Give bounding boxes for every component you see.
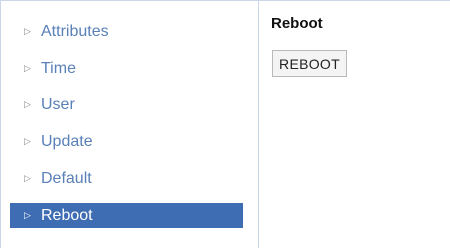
- reboot-button[interactable]: REBOOT: [272, 50, 347, 77]
- settings-panel: ▷ Attributes ▷ Time ▷ User ▷ Update ▷ De…: [0, 0, 450, 248]
- triangle-right-icon: ▷: [24, 99, 31, 109]
- sidebar-item-default[interactable]: ▷ Default: [10, 166, 243, 191]
- sidebar-menu: ▷ Attributes ▷ Time ▷ User ▷ Update ▷ De…: [1, 1, 259, 248]
- triangle-right-icon: ▷: [24, 136, 31, 146]
- sidebar-item-label: Attributes: [41, 22, 109, 40]
- sidebar-item-label: Default: [41, 169, 92, 187]
- sidebar-item-attributes[interactable]: ▷ Attributes: [10, 19, 243, 44]
- sidebar-item-label: User: [41, 95, 75, 113]
- triangle-right-icon: ▷: [24, 26, 31, 36]
- page-title: Reboot: [271, 15, 323, 32]
- sidebar-item-user[interactable]: ▷ User: [10, 92, 243, 117]
- triangle-right-icon: ▷: [24, 210, 31, 220]
- sidebar-item-label: Reboot: [41, 206, 93, 224]
- sidebar-item-update[interactable]: ▷ Update: [10, 129, 243, 154]
- sidebar-item-label: Time: [41, 59, 76, 77]
- triangle-right-icon: ▷: [24, 63, 31, 73]
- sidebar-item-label: Update: [41, 132, 93, 150]
- sidebar-item-reboot[interactable]: ▷ Reboot: [10, 203, 243, 228]
- main-content: Reboot REBOOT: [260, 1, 450, 248]
- sidebar-item-time[interactable]: ▷ Time: [10, 56, 243, 81]
- triangle-right-icon: ▷: [24, 173, 31, 183]
